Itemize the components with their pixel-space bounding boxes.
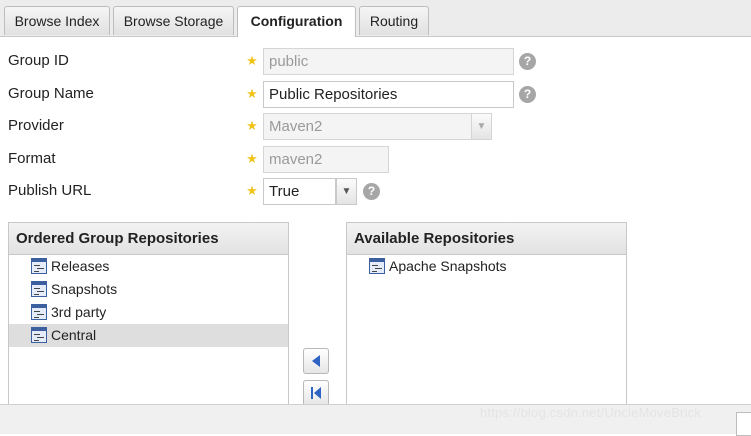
publish-url-label: Publish URL [8,182,92,199]
tab-configuration[interactable]: Configuration [237,6,356,37]
repository-icon [369,258,385,274]
panel-title: Ordered Group Repositories [9,223,288,255]
move-left-button[interactable] [303,348,329,374]
group-id-label: Group ID [8,52,69,69]
help-icon[interactable]: ? [519,86,536,103]
group-name-label: Group Name [8,85,94,102]
panel-title: Available Repositories [347,223,626,255]
list-item[interactable]: Snapshots [9,278,288,301]
tab-routing[interactable]: Routing [359,6,429,35]
group-id-field[interactable] [263,48,514,75]
repository-icon [31,304,47,320]
arrow-left-icon [312,355,320,367]
chevron-down-icon[interactable]: ▼ [336,178,357,205]
move-all-left-button[interactable] [303,380,329,406]
provider-label: Provider [8,117,64,134]
tab-browse-storage[interactable]: Browse Storage [113,6,234,35]
repository-icon [31,258,47,274]
corner-button[interactable] [736,412,751,436]
list-item-label: Apache Snapshots [389,258,507,274]
list-item[interactable]: 3rd party [9,301,288,324]
provider-field[interactable] [263,113,472,140]
chevron-down-icon: ▼ [471,113,492,140]
list-item[interactable]: Apache Snapshots [347,255,626,278]
publish-url-select[interactable]: True [263,178,336,205]
required-star-icon: ★ [246,53,258,68]
list-item-selected[interactable]: Central [9,324,288,347]
available-repositories-panel: Available Repositories Apache Snapshots [346,222,627,412]
required-star-icon: ★ [246,183,258,198]
list-item-label: Snapshots [51,281,118,297]
tab-browse-index[interactable]: Browse Index [4,6,110,35]
repository-icon [31,327,47,343]
help-icon[interactable]: ? [519,53,536,70]
help-icon[interactable]: ? [363,183,380,200]
format-field[interactable] [263,146,389,173]
tab-bar: Browse Index Browse Storage Configuratio… [0,0,751,37]
required-star-icon: ★ [246,118,258,133]
list-item-label: 3rd party [51,304,107,320]
list-item[interactable]: Releases [9,255,288,278]
required-star-icon: ★ [246,151,258,166]
ordered-group-repositories-panel: Ordered Group Repositories Releases Snap… [8,222,289,412]
list-item-label: Releases [51,258,110,274]
list-item-label: Central [51,327,97,343]
format-label: Format [8,150,56,167]
required-star-icon: ★ [246,86,258,101]
group-name-field[interactable] [263,81,514,108]
arrow-first-icon [311,387,321,399]
repository-icon [31,281,47,297]
watermark: https://blog.csdn.net/UncleMoveBrick [480,405,702,420]
